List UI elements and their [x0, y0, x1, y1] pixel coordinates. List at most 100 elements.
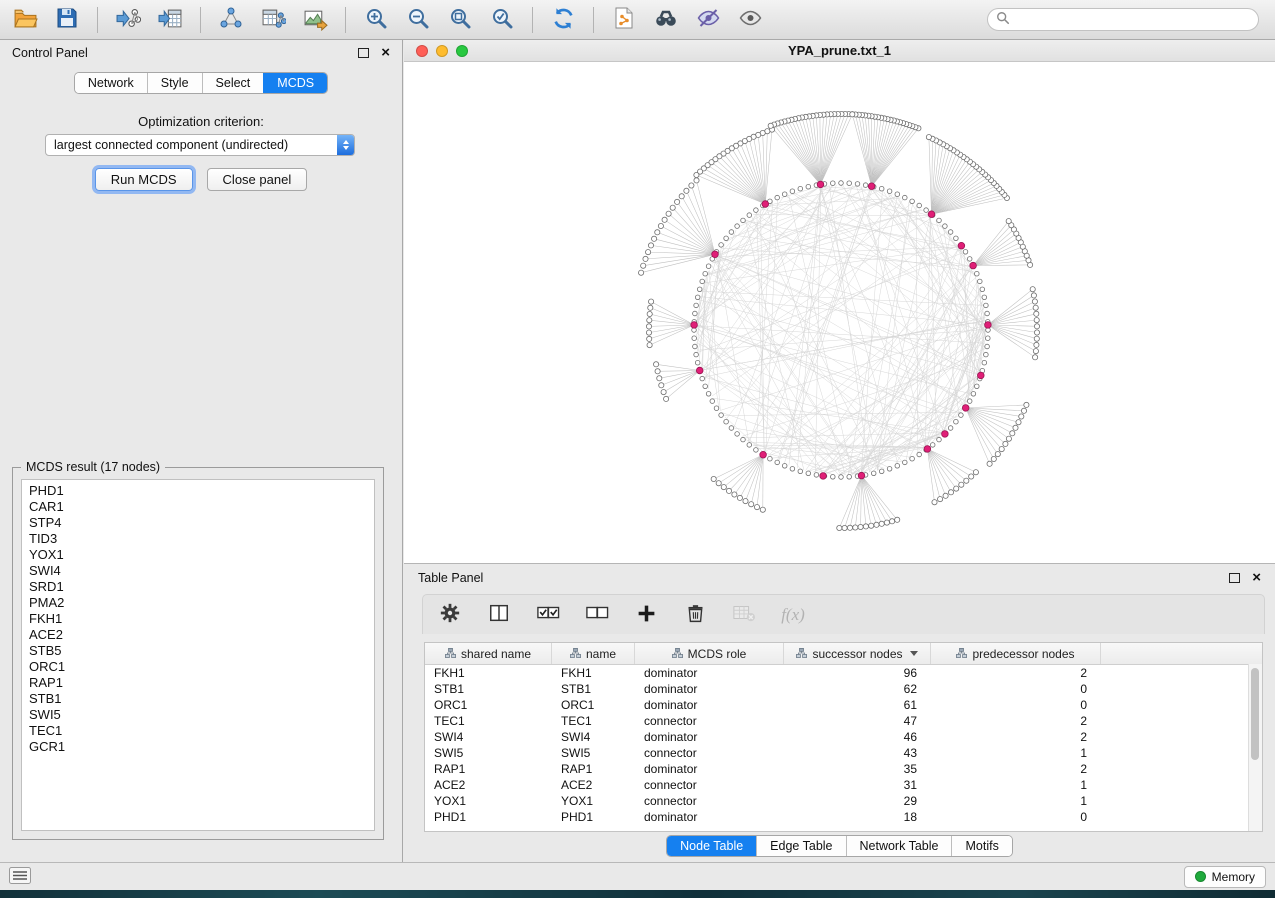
float-table-panel-icon[interactable]	[1229, 573, 1240, 583]
column-header-shared-name[interactable]: shared name	[425, 643, 552, 664]
memory-button[interactable]: Memory	[1184, 866, 1266, 888]
import-network-button[interactable]	[113, 5, 143, 35]
tab-network[interactable]: Network	[75, 73, 147, 93]
cell-predecessor-nodes: 1	[931, 745, 1101, 761]
mcds-result-item[interactable]: ORC1	[29, 659, 374, 675]
mcds-result-item[interactable]: GCR1	[29, 739, 374, 755]
table-row[interactable]: YOX1YOX1connector291	[425, 793, 1262, 809]
node-table: shared namenameMCDS role successor nodes p…	[424, 642, 1263, 832]
column-header-name[interactable]: name	[552, 643, 635, 664]
mcds-result-item[interactable]: PMA2	[29, 595, 374, 611]
mcds-result-item[interactable]: STP4	[29, 515, 374, 531]
mcds-result-item[interactable]: SRD1	[29, 579, 374, 595]
attribute-type-icon	[796, 647, 807, 661]
cell-predecessor-nodes: 0	[931, 681, 1101, 697]
tab-edge-table[interactable]: Edge Table	[756, 836, 845, 856]
table-row[interactable]: STB1STB1dominator620	[425, 681, 1262, 697]
mcds-result-item[interactable]: CAR1	[29, 499, 374, 515]
mcds-result-item[interactable]: STB1	[29, 691, 374, 707]
export-image-button[interactable]	[300, 5, 330, 35]
table-row[interactable]: TEC1TEC1connector472	[425, 713, 1262, 729]
zoom-out-button[interactable]	[403, 5, 433, 35]
show-all-button[interactable]	[735, 5, 765, 35]
toolbar-separator	[532, 7, 533, 33]
column-header-predecessor-nodes[interactable]: predecessor nodes	[931, 643, 1101, 664]
zoom-selected-button[interactable]	[487, 5, 517, 35]
hide-selected-button[interactable]	[693, 5, 723, 35]
delete-row-button[interactable]	[682, 602, 708, 628]
search-icon	[996, 11, 1010, 28]
criterion-dropdown[interactable]: largest connected component (undirected)	[45, 134, 355, 156]
table-scrollbar[interactable]	[1248, 664, 1262, 831]
panel-selector-icon[interactable]	[9, 867, 31, 887]
table-panel-titlebar: Table Panel ×	[404, 566, 1275, 590]
search-input[interactable]	[1015, 12, 1250, 28]
tab-node-table[interactable]: Node Table	[667, 836, 756, 856]
mcds-result-item[interactable]: YOX1	[29, 547, 374, 563]
table-settings-icon	[439, 602, 461, 627]
control-panel: Control Panel × NetworkStyleSelectMCDS O…	[0, 40, 403, 862]
search-box[interactable]	[987, 8, 1259, 31]
mcds-result-item[interactable]: TEC1	[29, 723, 374, 739]
mcds-result-item[interactable]: RAP1	[29, 675, 374, 691]
select-all-button[interactable]	[535, 602, 561, 628]
column-header-successor-nodes[interactable]: successor nodes	[784, 643, 931, 664]
tab-network-table[interactable]: Network Table	[846, 836, 952, 856]
control-panel-titlebar: Control Panel ×	[0, 40, 402, 66]
mcds-result-item[interactable]: STB5	[29, 643, 374, 659]
table-row[interactable]: ACE2ACE2connector311	[425, 777, 1262, 793]
cell-predecessor-nodes: 2	[931, 713, 1101, 729]
table-row[interactable]: PHD1PHD1dominator180	[425, 809, 1262, 825]
add-row-button[interactable]	[633, 602, 659, 628]
tab-motifs[interactable]: Motifs	[951, 836, 1011, 856]
cell-predecessor-nodes: 2	[931, 729, 1101, 745]
cell-mcds-role: connector	[635, 745, 784, 761]
column-label: successor nodes	[812, 647, 902, 661]
cell-name: ACE2	[552, 777, 635, 793]
find-button[interactable]	[651, 5, 681, 35]
column-chooser-button[interactable]	[486, 602, 512, 628]
tab-mcds[interactable]: MCDS	[263, 73, 327, 93]
mcds-result-item[interactable]: ACE2	[29, 627, 374, 643]
refresh-button[interactable]	[548, 5, 578, 35]
table-row[interactable]: SWI5SWI5connector431	[425, 745, 1262, 761]
table-row[interactable]: ORC1ORC1dominator610	[425, 697, 1262, 713]
table-row[interactable]: FKH1FKH1dominator962	[425, 665, 1262, 681]
cell-mcds-role: dominator	[635, 697, 784, 713]
open-button[interactable]	[10, 5, 40, 35]
toolbar-separator	[200, 7, 201, 33]
run-mcds-button[interactable]: Run MCDS	[95, 168, 193, 191]
new-network-button[interactable]	[216, 5, 246, 35]
close-window-icon[interactable]	[416, 45, 428, 57]
mcds-result-item[interactable]: TID3	[29, 531, 374, 547]
column-header-MCDS-role[interactable]: MCDS role	[635, 643, 784, 664]
save-button[interactable]	[52, 5, 82, 35]
cell-shared-name: STB1	[425, 681, 552, 697]
zoom-in-button[interactable]	[361, 5, 391, 35]
table-row[interactable]: SWI4SWI4dominator462	[425, 729, 1262, 745]
mcds-result-item[interactable]: SWI5	[29, 707, 374, 723]
tab-select[interactable]: Select	[202, 73, 264, 93]
mcds-result-item[interactable]: SWI4	[29, 563, 374, 579]
zoom-out-icon	[406, 6, 430, 33]
float-panel-icon[interactable]	[358, 48, 369, 58]
mcds-result-item[interactable]: PHD1	[29, 483, 374, 499]
table-row[interactable]: RAP1RAP1dominator352	[425, 761, 1262, 777]
network-canvas[interactable]	[404, 62, 1275, 563]
table-settings-button[interactable]	[437, 602, 463, 628]
import-table-button[interactable]	[155, 5, 185, 35]
mcds-result-item[interactable]: FKH1	[29, 611, 374, 627]
column-menu-caret-icon[interactable]	[910, 651, 918, 656]
cell-shared-name: ORC1	[425, 697, 552, 713]
table-scrollbar-thumb[interactable]	[1251, 668, 1259, 760]
clear-selection-button[interactable]	[584, 602, 610, 628]
clone-network-button[interactable]	[609, 5, 639, 35]
minimize-window-icon[interactable]	[436, 45, 448, 57]
zoom-fit-button[interactable]	[445, 5, 475, 35]
export-table-button[interactable]	[258, 5, 288, 35]
maximize-window-icon[interactable]	[456, 45, 468, 57]
close-table-panel-icon[interactable]: ×	[1252, 572, 1261, 584]
close-panel-icon[interactable]: ×	[381, 47, 390, 59]
close-panel-button[interactable]: Close panel	[207, 168, 308, 191]
tab-style[interactable]: Style	[147, 73, 202, 93]
